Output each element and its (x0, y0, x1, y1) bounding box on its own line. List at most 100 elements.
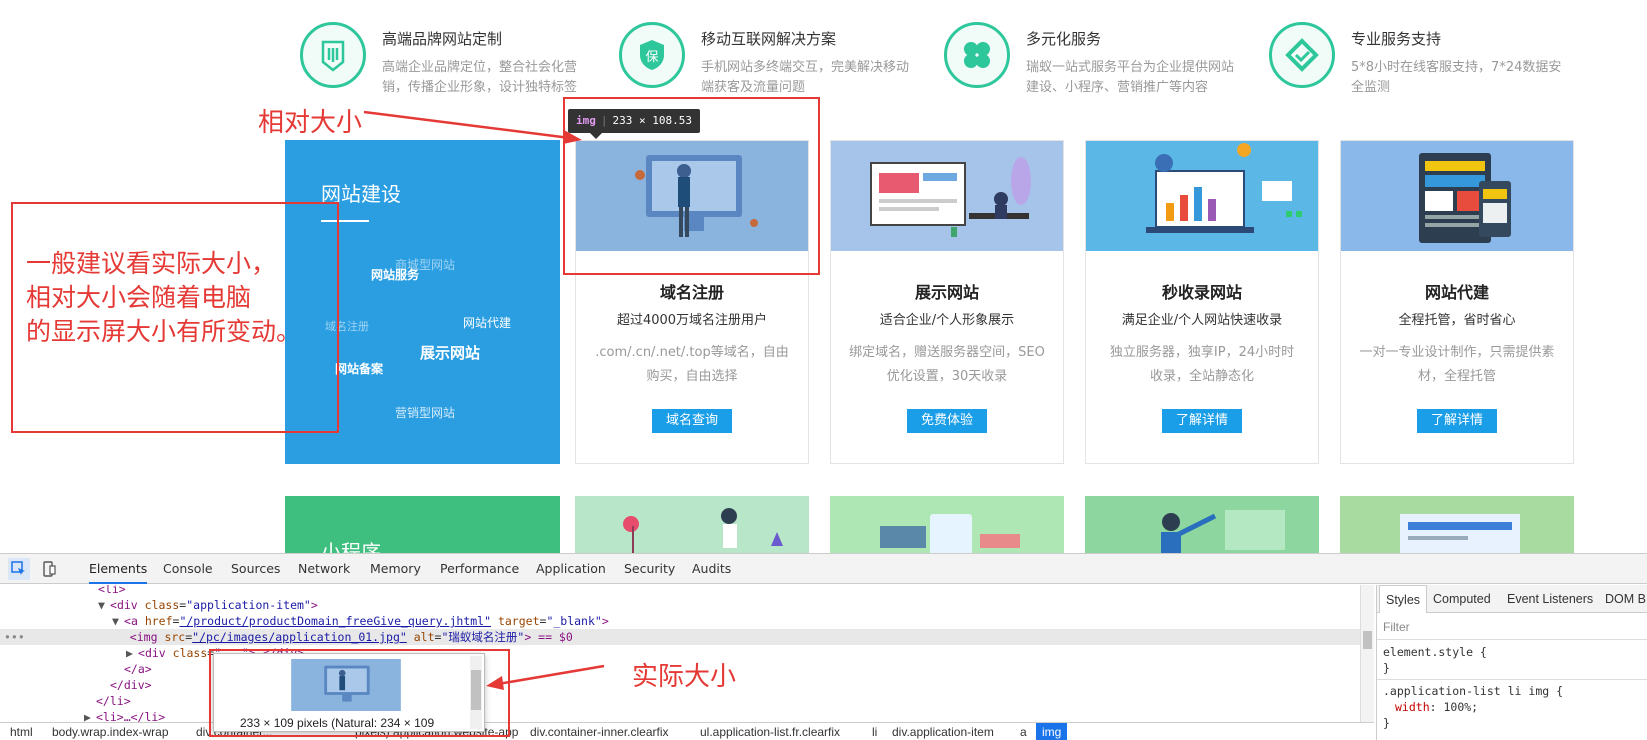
feature-title: 移动互联网解决方案 (701, 30, 837, 48)
card-illustration (1400, 514, 1520, 553)
dom-node[interactable]: </a> (124, 661, 152, 677)
tag-cloud-item[interactable]: 网站代建 (463, 314, 511, 331)
tab-event-listeners[interactable]: Event Listeners (1507, 585, 1593, 613)
card-illustration (1161, 510, 1285, 553)
card-illustration (1086, 141, 1318, 251)
card-title: 网站代建 (1424, 283, 1489, 302)
devtools-tabbar: Elements Console Sources Network Memory … (0, 554, 1647, 584)
divider (1377, 679, 1647, 680)
product-card-showcase[interactable]: 展示网站 适合企业/个人形象展示 绑定域名，赠送服务器空间，SEO优化设置，30… (830, 140, 1064, 464)
annotation-note-line: 一般建议看实际大小， (26, 249, 277, 278)
breadcrumb-item[interactable]: html (10, 723, 33, 740)
breadcrumb-item[interactable]: div.application-item (892, 723, 994, 740)
domain-query-button[interactable]: 域名查询 (651, 409, 733, 433)
feature-desc: 5*8小时在线客服支持，7*24数据安全监测 (1351, 60, 1562, 95)
annotation-arrow (486, 664, 605, 690)
card-desc: 独立服务器，独享IP，24小时时收录，全站静态化 (1109, 345, 1295, 384)
product-card-agency[interactable]: 网站代建 全程托管，省时省心 一对一专业设计制作，只需提供素材，全程托管 了解详… (1340, 140, 1574, 464)
free-trial-button[interactable]: 免费体验 (906, 409, 988, 433)
card-illustration (831, 141, 1063, 251)
device-toggle-icon[interactable] (38, 558, 60, 580)
dom-node[interactable]: ▶ <li>…</li> (84, 709, 165, 722)
annotation-relative-size: 相对大小 (258, 108, 363, 138)
breadcrumb-item[interactable]: a (1020, 723, 1027, 740)
dom-tree[interactable]: <li> ▼ <div class="application-item"> ▼ <a… (0, 585, 1360, 722)
style-rule-selector[interactable]: element.style { (1383, 645, 1487, 660)
tag-cloud-item[interactable]: 展示网站 (420, 342, 480, 363)
dom-node-selected[interactable]: ••• <img src="/pc/images/application_01.j… (0, 629, 1360, 645)
card-subtitle: 满足企业/个人网站快速收录 (1121, 313, 1283, 328)
tab-elements[interactable]: Elements (89, 554, 148, 584)
breadcrumb-item[interactable]: li (872, 723, 877, 740)
diamond-check-icon (1269, 22, 1335, 88)
dom-node[interactable]: </li> (96, 693, 131, 709)
tab-dom-breakpoints[interactable]: DOM B (1605, 585, 1646, 613)
card-title: 秒收录网站 (1161, 283, 1242, 302)
inspect-element-icon[interactable] (8, 558, 30, 580)
category-panel-miniprogram[interactable]: 小程序 (285, 496, 560, 553)
product-card-row2[interactable] (1085, 496, 1319, 553)
product-card-fast-index[interactable]: 秒收录网站 满足企业/个人网站快速收录 独立服务器，独享IP，24小时时收录，全… (1085, 140, 1319, 464)
page-viewport: 高端品牌网站定制 高端企业品牌定位，整合社会化营销，传播企业形象，设计独特标签 … (0, 0, 1647, 553)
style-rule-close: } (1383, 661, 1390, 675)
style-rule-selector[interactable]: .application-list li img { (1383, 684, 1563, 699)
card-subtitle: 超过4000万域名注册用户 (616, 313, 768, 328)
product-card-row2[interactable] (1340, 496, 1574, 553)
feature-item-brand[interactable]: 高端品牌网站定制 高端企业品牌定位，整合社会化营销，传播企业形象，设计独特标签 (300, 20, 600, 100)
card-illustration (623, 508, 783, 553)
tab-network[interactable]: Network (298, 554, 350, 584)
tab-performance[interactable]: Performance (440, 554, 519, 584)
scrollbar-thumb[interactable] (1363, 631, 1372, 649)
styles-filter-input[interactable]: Filter (1383, 620, 1410, 635)
divider (1377, 639, 1647, 640)
learn-more-button[interactable]: 了解详情 (1161, 409, 1243, 433)
product-card-row2[interactable] (575, 496, 809, 553)
tab-sources[interactable]: Sources (231, 554, 280, 584)
dom-node[interactable]: </div> (110, 677, 152, 693)
dom-breadcrumbs: html body.wrap.index-wrap div.container.… (0, 722, 1374, 740)
annotation-note-line: 相对大小会随着电脑 (26, 283, 252, 312)
bao-shield-icon: 保 (619, 22, 685, 88)
style-declaration[interactable]: width: 100%; (1395, 700, 1478, 715)
annotation-box-actual (209, 649, 510, 737)
breadcrumb-item[interactable]: ul.application-list.fr.clearfix (700, 723, 840, 740)
breadcrumb-item[interactable]: div.container-inner.clearfix (530, 723, 669, 740)
card-illustration (880, 514, 1020, 553)
product-card-row2[interactable] (830, 496, 1064, 553)
panel-title: 小程序 (321, 540, 381, 553)
breadcrumb-item[interactable]: body.wrap.index-wrap (52, 723, 169, 740)
styles-pane: Styles Computed Event Listeners DOM B Fi… (1376, 585, 1647, 740)
feature-title: 高端品牌网站定制 (382, 30, 503, 48)
card-title: 展示网站 (914, 283, 979, 302)
card-subtitle: 全程托管，省时省心 (1398, 313, 1516, 328)
dom-node[interactable]: <li> (98, 585, 126, 597)
learn-more-button[interactable]: 了解详情 (1416, 409, 1498, 433)
styles-tabbar: Styles Computed Event Listeners DOM B (1377, 585, 1647, 613)
feature-item-support[interactable]: 专业服务支持 5*8小时在线客服支持，7*24数据安全监测 (1269, 20, 1569, 100)
feature-title: 多元化服务 (1026, 30, 1102, 48)
feature-desc: 高端企业品牌定位，整合社会化营销，传播企业形象，设计独特标签 (382, 60, 578, 95)
feature-desc: 瑞蚁一站式服务平台为企业提供网站建设、小程序、营销推广等内容 (1026, 60, 1235, 95)
annotation-arrow (363, 110, 582, 144)
style-rule-close: } (1383, 716, 1390, 730)
clover-icon (944, 22, 1010, 88)
tab-security[interactable]: Security (624, 554, 675, 584)
tag-cloud-item[interactable]: 网站备案 (335, 360, 383, 377)
dom-node[interactable]: ▼ <div class="application-item"> (98, 597, 318, 613)
breadcrumb-item-active[interactable]: img (1036, 723, 1068, 740)
tab-styles[interactable]: Styles (1379, 585, 1428, 613)
feature-item-services[interactable]: 多元化服务 瑞蚁一站式服务平台为企业提供网站建设、小程序、营销推广等内容 (944, 20, 1244, 100)
card-desc: .com/.cn/.net/.top等域名，自由购买，自由选择 (595, 345, 789, 384)
tab-audits[interactable]: Audits (692, 554, 731, 584)
tab-application[interactable]: Application (536, 554, 606, 584)
tab-memory[interactable]: Memory (370, 554, 421, 584)
tag-cloud-item[interactable]: 网站服务 (371, 266, 419, 283)
tag-cloud-item[interactable]: 营销型网站 (395, 404, 455, 421)
annotation-note-line: 的显示屏大小有所变动。 (26, 317, 302, 346)
annotation-box-relative (563, 97, 820, 275)
dom-scrollbar[interactable] (1360, 585, 1374, 722)
tab-computed[interactable]: Computed (1433, 585, 1491, 613)
tab-console[interactable]: Console (163, 554, 213, 584)
feature-item-mobile[interactable]: 保 移动互联网解决方案 手机网站多终端交互，完美解决移动端获客及流量问题 (619, 20, 919, 100)
dom-node[interactable]: ▼ <a href="/product/productDomain_freeGiv… (112, 613, 609, 629)
